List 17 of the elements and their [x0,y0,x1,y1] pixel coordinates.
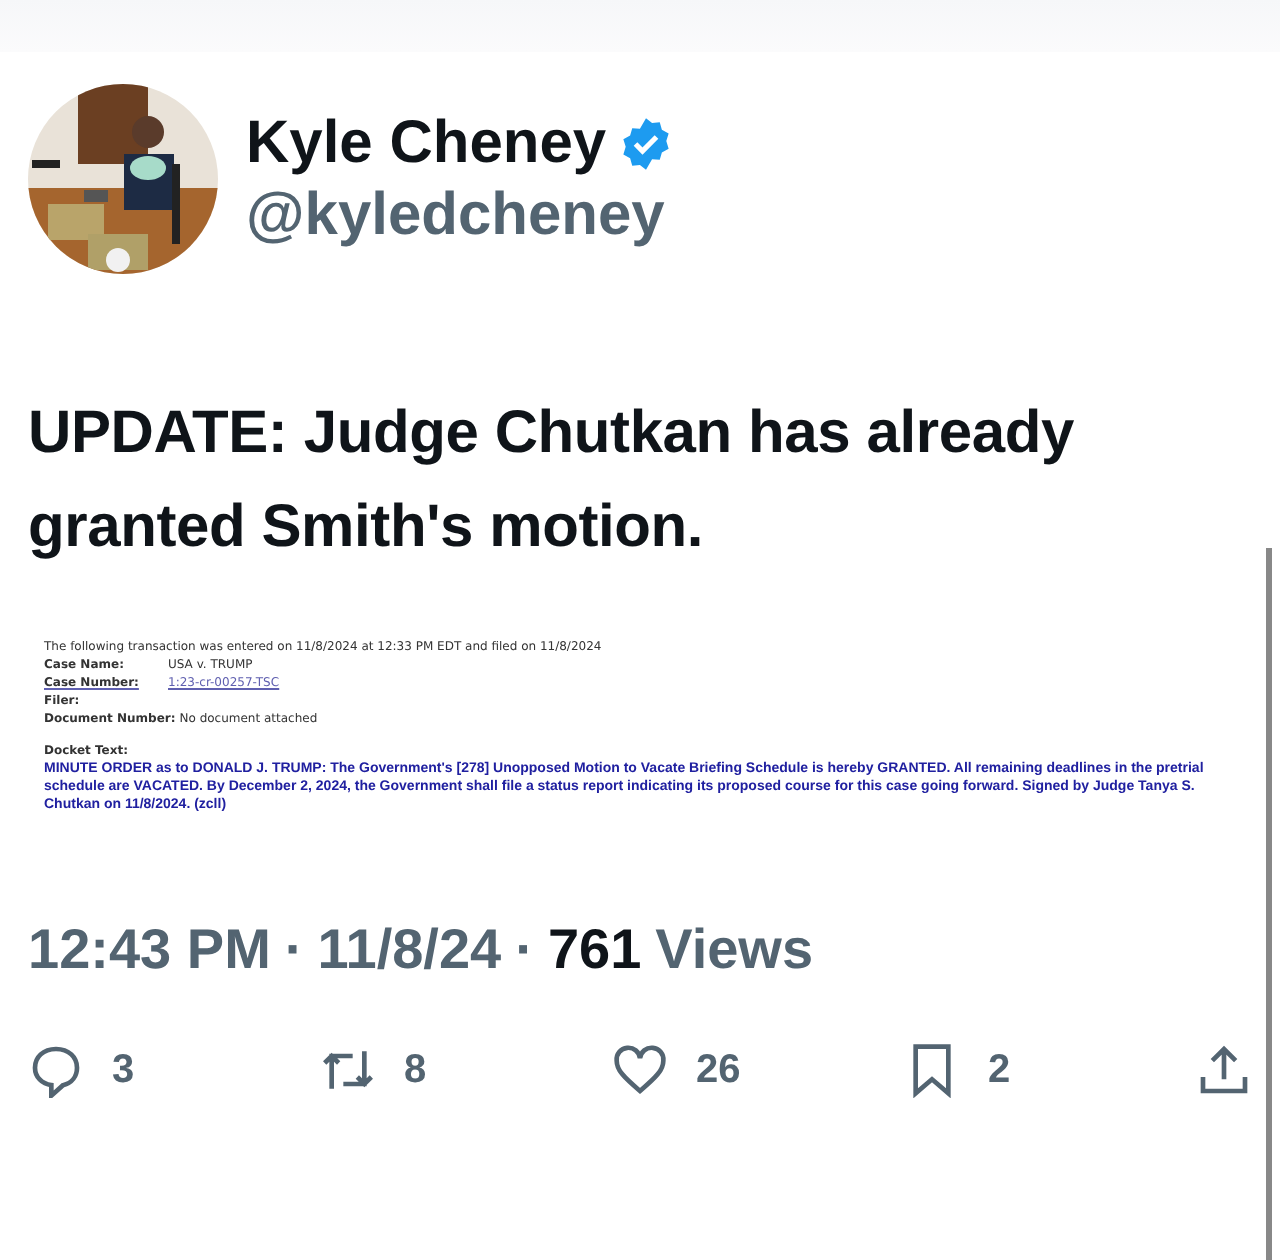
share-icon [1196,1042,1252,1098]
reply-button[interactable]: 3 [28,1042,308,1098]
author-handle[interactable]: @kyledcheney [246,181,675,249]
view-count: 761 [547,918,642,982]
separator-dot: · [515,918,534,982]
share-button[interactable] [1196,1042,1252,1098]
post-text: UPDATE: Judge Chutkan has already granted Smith's motion. [28,398,1076,564]
repost-button[interactable]: 8 [320,1042,600,1098]
speech-bubble-icon [28,1042,84,1098]
heart-icon [612,1042,668,1098]
separator-dot: · [284,918,304,982]
author-name[interactable]: Kyle Cheney [246,109,607,177]
bookmark-button[interactable]: 2 [904,1042,1184,1098]
post-time: 12:43 PM [28,918,271,982]
views-label: Views [655,918,814,982]
like-button[interactable]: 26 [612,1042,892,1098]
post-date[interactable]: 11/8/24 [317,918,502,982]
